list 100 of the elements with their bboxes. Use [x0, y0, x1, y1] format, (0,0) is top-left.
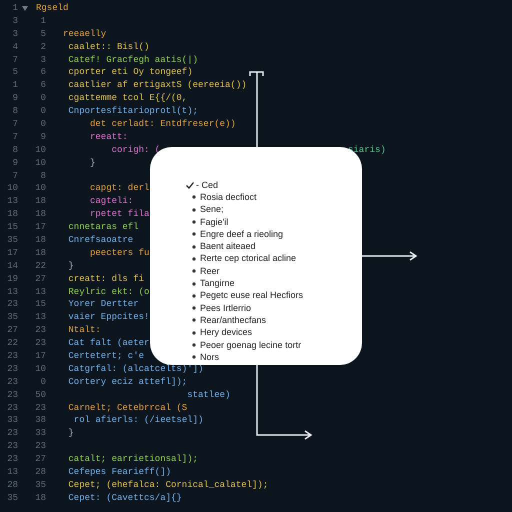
line-number: 9 — [12, 94, 18, 104]
code-text: catalt; earrietionsal]); — [68, 455, 198, 464]
list-item-label: Nors — [200, 352, 220, 362]
line-number: 0 — [40, 94, 46, 104]
line-number: 18 — [34, 248, 46, 258]
code-text: Rgseld — [36, 4, 68, 13]
list-item-label: Rosia decfioct — [200, 192, 257, 202]
line-number: 10 — [34, 158, 46, 168]
code-text: Ntalt: — [68, 326, 101, 336]
code-text: Cepet: (Cavettcs/a]{} — [68, 494, 182, 503]
line-number: 18 — [34, 236, 46, 245]
line-number: 1 — [12, 81, 18, 90]
line-number: 5 — [12, 68, 18, 78]
line-number: 23 — [6, 378, 18, 387]
line-number: 23 — [34, 339, 46, 348]
line-number: 22 — [34, 262, 46, 271]
line-number: 10 — [6, 184, 18, 194]
code-text: reeaelly — [63, 30, 106, 39]
line-number: 0 — [40, 378, 46, 387]
code-text: cporter eti Oy tongeef) — [68, 68, 193, 78]
line-number: 8 — [40, 172, 46, 181]
line-number: 23 — [6, 364, 18, 374]
line-number: 23 — [6, 455, 18, 464]
line-number: 7 — [12, 56, 18, 64]
list-item-label: Reer — [200, 266, 220, 276]
list-item-label: Rerte cep ctorical acline — [200, 254, 296, 264]
code-text: Cortery eciz attefl]); — [68, 378, 188, 387]
line-number: 10 — [34, 184, 46, 194]
code-text: caatlier af ertigaxtS (eereeia()) — [68, 81, 247, 90]
line-number: 35 — [34, 480, 46, 490]
list-item-label: - Ced — [196, 180, 218, 190]
list-item-label: Rear/anthecfans — [200, 316, 266, 325]
line-number: 23 — [6, 442, 18, 452]
code-text: rol afierls: (/ieetsel]) — [74, 416, 204, 426]
code-text: Cepet; (ehefalca: Cornical_calatel]); — [68, 480, 268, 490]
list-item-label: Fagie'il — [200, 218, 228, 227]
line-number: 28 — [6, 480, 18, 490]
list-item-label: Peoer goenag lecine tortr — [200, 340, 302, 350]
code-text: peecters fu — [90, 248, 150, 258]
line-number: 27 — [34, 455, 46, 464]
code-text: Catef! Gracfegh aatis(|) — [68, 56, 198, 64]
line-number: 13 — [6, 288, 18, 297]
line-number: 0 — [40, 107, 46, 116]
code-text: Reylric ekt: (o — [68, 288, 150, 297]
line-number: 18 — [34, 494, 46, 503]
line-number: 28 — [34, 468, 46, 477]
list-item-label: Pegetc euse real Hecfiors — [200, 291, 304, 300]
code-text: } — [90, 158, 96, 168]
code-text: siaris) — [348, 146, 386, 155]
list-item-label: Hery devices — [200, 328, 252, 338]
line-number: 33 — [6, 416, 18, 426]
line-number: 9 — [12, 158, 18, 168]
line-number: 18 — [34, 210, 46, 220]
line-number: 18 — [6, 210, 18, 220]
line-number: 1 — [12, 4, 18, 13]
line-number: 3 — [12, 16, 18, 26]
connector-arrow — [359, 251, 418, 261]
code-text: Cat falt (aeter — [68, 339, 150, 348]
line-number: 8 — [12, 146, 18, 155]
line-number: 22 — [6, 339, 18, 348]
line-number: 0 — [40, 120, 46, 129]
line-number: 8 — [12, 107, 18, 116]
line-number: 14 — [6, 262, 18, 271]
code-text: cgattemme tcol E{{/(0, — [68, 94, 188, 104]
code-text: } — [68, 262, 74, 271]
line-number: 15 — [34, 300, 46, 310]
code-text: cnnetaras efl — [68, 223, 139, 232]
line-number: 23 — [6, 352, 18, 361]
code-text: Yorer Dertter — [68, 300, 139, 310]
line-number: 33 — [34, 429, 46, 438]
line-number: 13 — [34, 313, 46, 322]
line-number: 3 — [40, 56, 46, 64]
line-number: 23 — [34, 326, 46, 336]
code-text: reeatt: — [90, 132, 128, 142]
line-number: 35 — [6, 313, 18, 322]
code-text: cagteli: — [90, 197, 134, 206]
line-number: 1 — [40, 16, 46, 26]
fold-caret-icon[interactable] — [22, 6, 28, 11]
line-number: 17 — [6, 248, 18, 258]
code-text: Cefepes Fearieff(]) — [68, 468, 172, 477]
list-item-label: Baent aiteaed — [200, 242, 256, 252]
line-number: 23 — [6, 429, 18, 438]
line-number: 7 — [12, 120, 18, 129]
line-number: 5 — [40, 30, 46, 39]
line-number: 3 — [12, 30, 18, 39]
line-number: 6 — [40, 81, 46, 90]
line-number: 13 — [6, 468, 18, 477]
code-text: det cerladt: Entdfreser(e)) — [90, 120, 236, 129]
line-number: 10 — [34, 146, 46, 155]
line-number: 50 — [34, 390, 46, 400]
line-number: 13 — [6, 197, 18, 206]
line-number: 23 — [34, 404, 46, 413]
line-number: 23 — [6, 300, 18, 310]
code-text: Cnportesfitarioprotl(t); — [68, 107, 198, 116]
code-text: capgt: derl — [90, 184, 150, 194]
code-text: Cnrefsaoatre — [68, 236, 134, 245]
line-number: 23 — [34, 442, 46, 452]
code-text: creatt: dls fi — [68, 274, 144, 284]
code-text: statlee) — [187, 390, 230, 400]
line-number: 2 — [40, 42, 46, 52]
